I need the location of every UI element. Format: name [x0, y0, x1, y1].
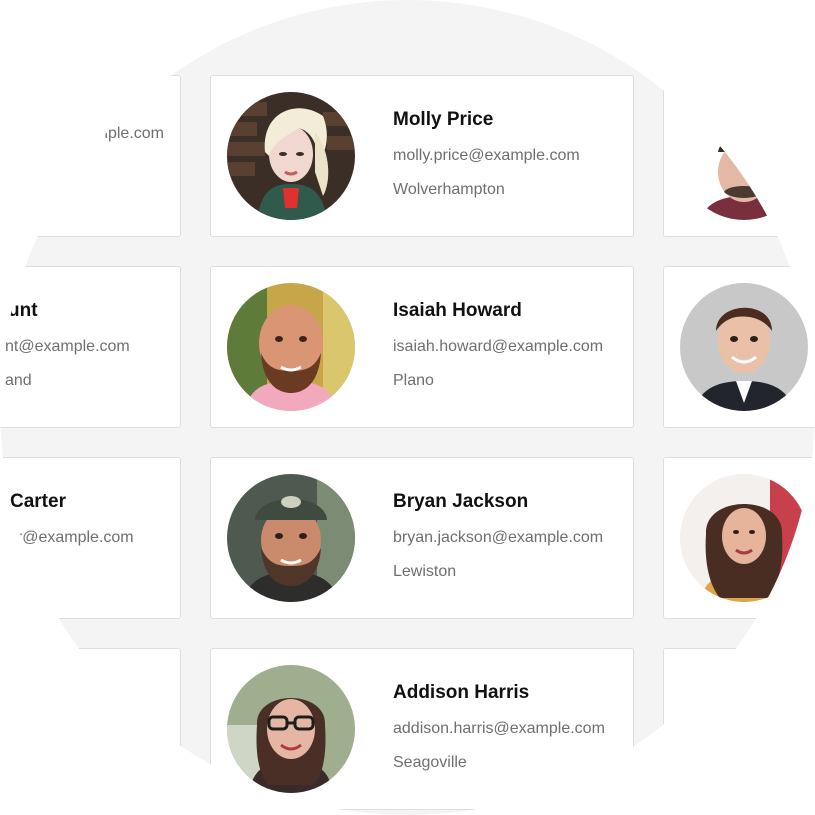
- contact-name: Addison Harris: [393, 682, 530, 703]
- contact-city: Seagoville: [393, 754, 467, 771]
- brunette-woman-photo-icon: [680, 474, 808, 602]
- contact-email[interactable]: bryan.jackson@example.com: [393, 529, 603, 547]
- contact-email[interactable]: isaiah.howard@example.com: [393, 338, 603, 356]
- contact-card-molly-price[interactable]: Molly Price molly.price@example.com Wolv…: [210, 75, 634, 237]
- contact-name: Isaiah Howard: [393, 300, 522, 321]
- contact-card-right-3[interactable]: [663, 457, 815, 619]
- man-portrait-partial-icon: [680, 92, 808, 220]
- contact-card-left-2[interactable]: unt nt@example.com and: [0, 266, 181, 428]
- contact-email[interactable]: nt@example.com: [5, 338, 130, 356]
- contact-email[interactable]: addison.harris@example.com: [393, 720, 605, 738]
- contact-name: Molly Price: [393, 109, 494, 130]
- contact-card-isaiah-howard[interactable]: Isaiah Howard isaiah.howard@example.com …: [210, 266, 634, 428]
- contact-city: Plano: [393, 372, 434, 389]
- contact-city: Lewiston: [393, 563, 457, 580]
- magnified-grid-view: xample.com unt nt@example.com and Carter…: [0, 0, 815, 815]
- contact-card-addison-harris[interactable]: Addison Harris addison.harris@example.co…: [210, 648, 634, 810]
- contact-info: Bryan Jackson bryan.jackson@example.com …: [393, 491, 603, 581]
- contact-city: Wolverhampton: [393, 181, 505, 198]
- bald-bearded-man-photo-icon: [227, 283, 355, 411]
- contact-card-left-1[interactable]: xample.com: [0, 75, 181, 237]
- woman-with-glasses-photo-icon: [227, 665, 355, 793]
- contact-name: unt: [8, 300, 38, 321]
- young-man-in-suit-photo-icon: [680, 283, 808, 411]
- contact-info: Molly Price molly.price@example.com Wolv…: [393, 109, 580, 199]
- contact-card-bryan-jackson[interactable]: Bryan Jackson bryan.jackson@example.com …: [210, 457, 634, 619]
- contact-city: and: [5, 372, 32, 389]
- contact-info: Addison Harris addison.harris@example.co…: [393, 682, 605, 772]
- contact-card-right-4[interactable]: [663, 648, 815, 810]
- avatar: [680, 283, 808, 411]
- contact-email[interactable]: xample.com: [78, 125, 164, 143]
- contact-card-right-1[interactable]: [663, 75, 815, 237]
- contact-card-left-4[interactable]: [0, 648, 181, 810]
- contact-info: xample.com: [78, 109, 164, 159]
- blonde-woman-photo-icon: [227, 92, 355, 220]
- man-in-cap-photo-icon: [227, 474, 355, 602]
- avatar: [227, 474, 355, 602]
- contact-name: Carter: [10, 491, 66, 512]
- contact-email[interactable]: er@example.com: [8, 529, 134, 547]
- contact-info: unt nt@example.com and: [5, 300, 130, 390]
- avatar: [680, 474, 808, 602]
- avatar: [680, 92, 808, 220]
- contact-name: Bryan Jackson: [393, 491, 529, 512]
- avatar: [227, 92, 355, 220]
- contact-card-left-3[interactable]: Carter er@example.com: [0, 457, 181, 619]
- avatar: [227, 283, 355, 411]
- contact-info: Carter er@example.com: [8, 491, 134, 563]
- contact-info: Isaiah Howard isaiah.howard@example.com …: [393, 300, 603, 390]
- contact-card-right-2[interactable]: [663, 266, 815, 428]
- contact-email[interactable]: molly.price@example.com: [393, 147, 580, 165]
- avatar: [227, 665, 355, 793]
